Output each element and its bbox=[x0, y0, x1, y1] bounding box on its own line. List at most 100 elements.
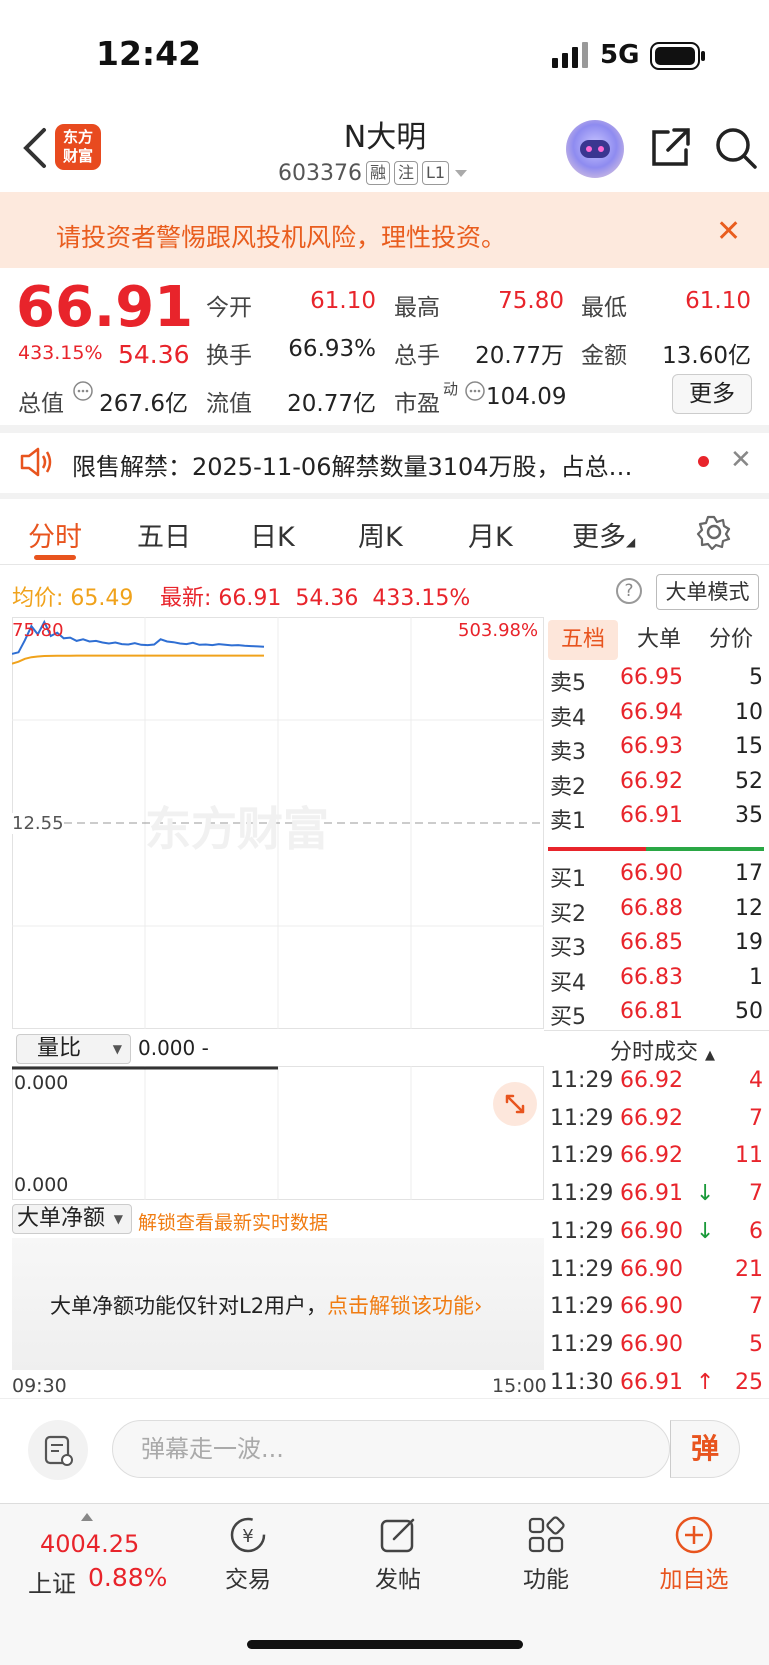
ask-price: 66.91 bbox=[620, 803, 683, 828]
amount-value: 13.60亿 bbox=[662, 343, 751, 369]
nav-add-watchlist[interactable]: 加自选 bbox=[644, 1514, 744, 1594]
float-cap-value: 20.77亿 bbox=[287, 391, 376, 417]
bid-row[interactable]: 买1 66.90 17 bbox=[548, 861, 763, 895]
home-indicator bbox=[247, 1640, 523, 1649]
trade-direction-icon: ↓ bbox=[696, 1218, 715, 1244]
market-cap-value: 267.6亿 bbox=[99, 391, 188, 417]
tab-price-distribution[interactable]: 分价 bbox=[696, 620, 766, 660]
float-cap-label: 流值 bbox=[206, 391, 252, 417]
pe-dots-icon[interactable] bbox=[464, 380, 486, 402]
ask-label: 卖4 bbox=[550, 705, 586, 731]
nav-functions[interactable]: 功能 bbox=[496, 1514, 596, 1594]
trade-row: 11:29 66.90 7 bbox=[548, 1294, 763, 1330]
low-value: 61.10 bbox=[685, 288, 751, 314]
comment-list-icon[interactable] bbox=[28, 1420, 88, 1480]
more-quote-button[interactable]: 更多 bbox=[672, 374, 752, 414]
ask-row[interactable]: 卖2 66.92 52 bbox=[548, 769, 763, 803]
notice-close-icon[interactable]: ✕ bbox=[730, 445, 752, 475]
ask-row[interactable]: 卖3 66.93 15 bbox=[548, 734, 763, 768]
tab-five-day[interactable]: 五日 bbox=[137, 515, 191, 554]
high-label: 最高 bbox=[394, 295, 440, 321]
ask-row[interactable]: 卖1 66.91 35 bbox=[548, 803, 763, 837]
help-icon[interactable]: ? bbox=[616, 578, 642, 604]
warning-close-icon[interactable]: ✕ bbox=[716, 214, 741, 249]
tab-daily-k[interactable]: 日K bbox=[250, 515, 295, 554]
volume-ratio-value: 0.000 - bbox=[138, 1036, 209, 1060]
tab-more[interactable]: 更多◢ bbox=[572, 515, 635, 554]
volume-value: 20.77万 bbox=[475, 343, 564, 369]
l2-locked-message[interactable]: 大单净额功能仅针对L2用户，点击解锁该功能› bbox=[50, 1290, 482, 1320]
trade-price: 66.90 bbox=[620, 1331, 683, 1357]
stock-code: 603376 bbox=[278, 160, 362, 186]
tab-five-levels[interactable]: 五档 bbox=[548, 620, 618, 660]
ask-volume: 10 bbox=[735, 699, 763, 725]
bid-row[interactable]: 买5 66.81 50 bbox=[548, 999, 763, 1033]
volume-chart bbox=[12, 1066, 544, 1200]
tab-weekly-k[interactable]: 周K bbox=[358, 515, 403, 554]
time-axis-end: 15:00 bbox=[492, 1375, 547, 1397]
turnover-label: 换手 bbox=[206, 343, 252, 369]
ask-row[interactable]: 卖4 66.94 10 bbox=[548, 700, 763, 734]
trade-time: 11:29 bbox=[550, 1331, 614, 1357]
trade-volume: 5 bbox=[749, 1331, 763, 1357]
bid-row[interactable]: 买3 66.85 19 bbox=[548, 930, 763, 964]
bid-row[interactable]: 买4 66.83 1 bbox=[548, 965, 763, 999]
ask-price: 66.92 bbox=[620, 768, 683, 794]
search-icon[interactable] bbox=[714, 126, 758, 170]
back-icon[interactable] bbox=[14, 118, 54, 178]
trade-icon: ¥ bbox=[230, 1517, 266, 1553]
trade-row: 11:29 66.92 11 bbox=[548, 1143, 763, 1179]
edit-icon bbox=[380, 1518, 415, 1553]
index-name[interactable]: 上证 bbox=[28, 1564, 76, 1599]
volume-ratio-selector[interactable]: 量比 ▼ bbox=[16, 1034, 131, 1064]
trade-volume: 25 bbox=[735, 1369, 763, 1395]
nav-post[interactable]: 发帖 bbox=[348, 1514, 448, 1594]
intraday-chart[interactable]: 东方财富 bbox=[12, 617, 544, 1029]
latest-price-readout: 最新: 66.91 54.36 433.15% bbox=[160, 586, 471, 611]
pe-label: 市盈 bbox=[394, 391, 440, 417]
tab-divider bbox=[0, 564, 769, 565]
change-amount: 54.36 bbox=[118, 340, 190, 369]
ask-price: 66.93 bbox=[620, 734, 683, 759]
danmu-input[interactable]: 弹幕走一波... bbox=[112, 1420, 670, 1478]
more-dots-icon[interactable] bbox=[72, 380, 94, 402]
gear-icon[interactable] bbox=[696, 514, 732, 550]
tab-monthly-k[interactable]: 月K bbox=[468, 515, 513, 554]
big-order-mode-button[interactable]: 大单模式 bbox=[656, 574, 759, 610]
trade-time: 11:29 bbox=[550, 1143, 614, 1169]
ask-label: 卖1 bbox=[550, 809, 586, 834]
watermark: 东方财富 bbox=[145, 802, 329, 856]
trade-time: 11:29 bbox=[550, 1068, 614, 1093]
battery-icon bbox=[650, 42, 705, 70]
lockup-notice-text[interactable]: 限售解禁：2025-11-06解禁数量3104万股，占总… bbox=[72, 447, 633, 482]
trade-price: 66.92 bbox=[620, 1068, 683, 1093]
index-value[interactable]: 4004.25 bbox=[40, 1530, 139, 1558]
unlock-realtime-link[interactable]: 解锁查看最新实时数据 bbox=[138, 1208, 328, 1235]
big-order-net-selector[interactable]: 大单净额 ▼ bbox=[12, 1204, 132, 1234]
ask-label: 卖5 bbox=[550, 671, 586, 696]
tab-intraday[interactable]: 分时 bbox=[28, 515, 82, 554]
intraday-trades-header[interactable]: 分时成交 ▲ bbox=[610, 1034, 715, 1066]
section-divider bbox=[0, 425, 769, 433]
market-cap-label: 总值 bbox=[18, 391, 64, 417]
l2-unlock-link[interactable]: 点击解锁该功能› bbox=[327, 1294, 482, 1318]
expand-icon[interactable] bbox=[493, 1082, 537, 1126]
bid-strength-bar bbox=[646, 847, 764, 851]
trade-volume: 4 bbox=[749, 1068, 763, 1093]
current-price: 66.91 bbox=[16, 275, 194, 340]
ask-strength-bar bbox=[548, 847, 646, 851]
ask-price: 66.94 bbox=[620, 699, 683, 725]
bid-row[interactable]: 买2 66.88 12 bbox=[548, 896, 763, 930]
index-percent[interactable]: 0.88% bbox=[88, 1563, 167, 1592]
stock-code-row[interactable]: 603376 融 注 L1 bbox=[278, 158, 469, 188]
turnover-value: 66.93% bbox=[288, 336, 376, 362]
trade-row: 11:29 66.92 4 bbox=[548, 1068, 763, 1104]
ask-volume: 52 bbox=[735, 768, 763, 794]
low-label: 最低 bbox=[581, 295, 627, 321]
share-icon[interactable] bbox=[648, 126, 692, 170]
danmu-button[interactable]: 弹 bbox=[670, 1420, 740, 1478]
ask-row[interactable]: 卖5 66.95 5 bbox=[548, 665, 763, 699]
robot-assistant-icon[interactable] bbox=[566, 120, 624, 178]
tab-big-orders[interactable]: 大单 bbox=[624, 620, 694, 660]
nav-trade[interactable]: ¥ 交易 bbox=[198, 1514, 298, 1594]
